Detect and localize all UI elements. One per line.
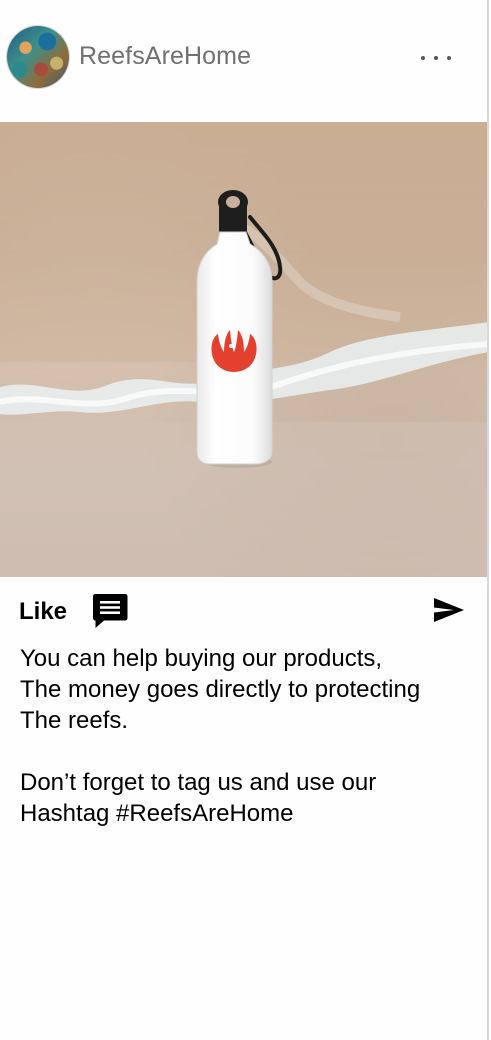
more-options-icon[interactable] (410, 38, 462, 78)
dot-icon (421, 56, 425, 60)
post-header: ReefsAreHome (0, 0, 487, 118)
water-bottle-illustration (0, 122, 487, 577)
like-button[interactable]: Like (19, 598, 67, 626)
caption-line: Hashtag #ReefsAreHome (20, 800, 294, 827)
post-image[interactable] (0, 122, 487, 577)
comment-icon[interactable] (92, 592, 128, 630)
username[interactable]: ReefsAreHome (79, 42, 251, 71)
post-card: ReefsAreHome Like You can help buying ou… (0, 0, 489, 1040)
post-actions: Like (0, 588, 487, 632)
caption-line: Don’t forget to tag us and use our (20, 769, 377, 796)
dot-icon (434, 56, 438, 60)
dot-icon (447, 56, 451, 60)
caption-line: You can help buying our products, (20, 645, 383, 672)
avatar[interactable] (7, 26, 69, 88)
send-icon[interactable] (433, 597, 465, 623)
post-caption: You can help buying our products, The mo… (20, 643, 480, 829)
caption-line: The money goes directly to protecting (20, 676, 421, 703)
caption-line: The reefs. (20, 707, 129, 734)
